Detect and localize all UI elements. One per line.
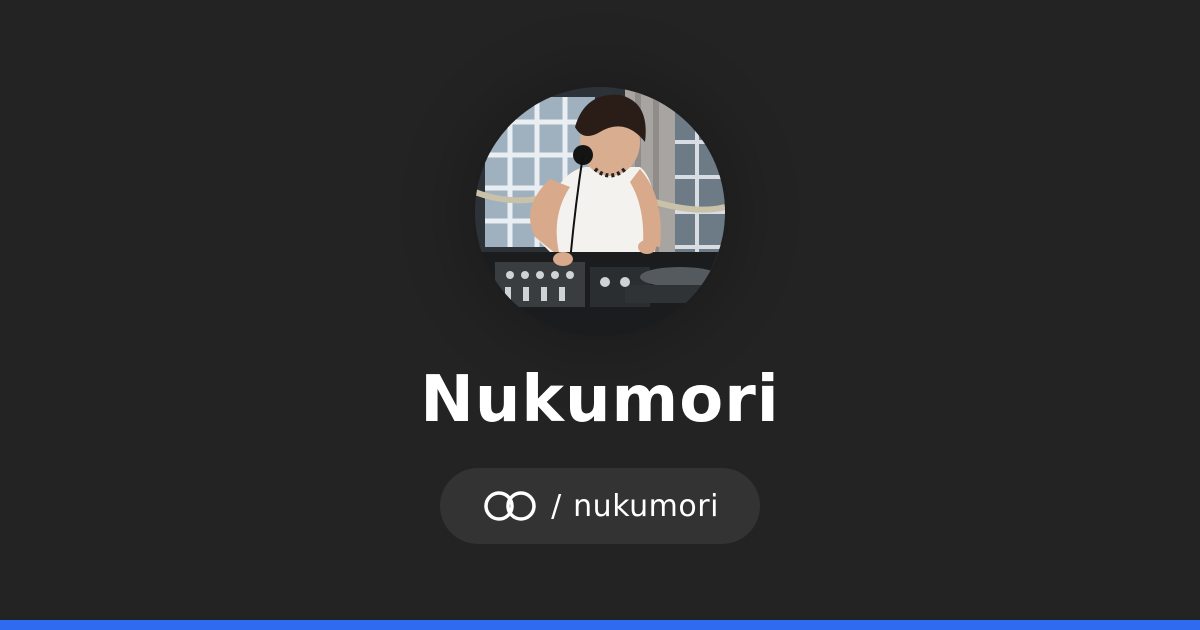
profile-name: Nukumori <box>420 363 780 437</box>
profile-handle-link[interactable]: / nukumori <box>440 468 760 544</box>
profile-handle: nukumori <box>573 488 719 524</box>
handle-separator: / <box>551 488 562 524</box>
avatar <box>475 87 725 337</box>
dj-equipment <box>475 240 725 337</box>
linked-rings-icon <box>481 489 539 523</box>
accent-bar <box>0 620 1200 630</box>
avatar-photo <box>475 87 725 337</box>
profile-card: Nukumori / nukumori <box>0 0 1200 630</box>
